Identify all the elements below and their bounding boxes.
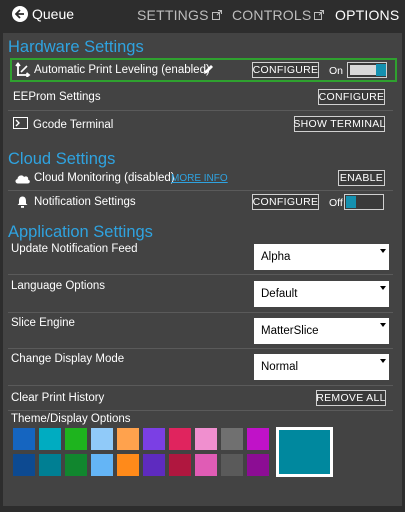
divider <box>8 190 393 191</box>
theme-swatch-grid <box>13 428 269 476</box>
theme-color-swatch[interactable] <box>13 428 35 450</box>
update-feed-value: Alpha <box>261 251 291 263</box>
theme-color-swatch[interactable] <box>91 428 113 450</box>
display-mode-label: Change Display Mode <box>11 353 125 365</box>
language-value: Default <box>261 288 298 300</box>
divider <box>8 410 393 411</box>
back-to-queue-button[interactable]: Queue <box>12 6 74 22</box>
theme-color-swatch[interactable] <box>117 428 139 450</box>
remove-all-button[interactable]: REMOVE ALL <box>316 390 386 406</box>
divider <box>8 274 393 275</box>
update-feed-select[interactable]: Alpha <box>254 244 389 270</box>
selected-theme-color <box>279 430 330 474</box>
update-feed-label: Update Notification Feed <box>11 243 138 255</box>
theme-color-swatch[interactable] <box>169 428 191 450</box>
notification-toggle-label: Off <box>329 197 343 209</box>
display-mode-value: Normal <box>261 361 299 373</box>
tab-controls-label: CONTROLS <box>232 7 312 23</box>
theme-color-swatch[interactable] <box>117 454 139 476</box>
dropdown-caret-icon <box>380 286 386 290</box>
dropdown-caret-icon <box>380 249 386 253</box>
cloud-monitoring-label: Cloud Monitoring (disabled) <box>34 172 175 184</box>
cloud-icon <box>15 175 30 184</box>
gcode-terminal-label: Gcode Terminal <box>33 119 114 131</box>
theme-color-swatch[interactable] <box>195 428 217 450</box>
toggle-knob <box>376 64 386 76</box>
slice-engine-label: Slice Engine <box>11 317 75 329</box>
slice-engine-select[interactable]: MatterSlice <box>254 318 389 344</box>
print-leveling-icon <box>15 62 31 77</box>
divider <box>8 348 393 349</box>
display-mode-select[interactable]: Normal <box>254 354 389 380</box>
auto-leveling-configure-button[interactable]: CONFIGURE <box>252 62 319 78</box>
back-arrow-icon <box>12 6 28 22</box>
top-nav-bar: Queue SETTINGS CONTROLS OPTIONS <box>0 0 405 30</box>
terminal-icon <box>13 117 28 129</box>
theme-color-swatch[interactable] <box>247 454 269 476</box>
divider <box>8 110 393 111</box>
divider <box>8 385 393 386</box>
tab-controls[interactable]: CONTROLS <box>232 7 325 23</box>
theme-color-swatch[interactable] <box>13 454 35 476</box>
tab-settings-label: SETTINGS <box>137 7 209 23</box>
theme-color-swatch[interactable] <box>143 428 165 450</box>
language-label: Language Options <box>11 280 105 292</box>
hardware-settings-title: Hardware Settings <box>8 38 144 56</box>
eeprom-settings-label: EEProm Settings <box>13 91 101 103</box>
theme-color-swatch[interactable] <box>221 454 243 476</box>
auto-leveling-label: Automatic Print Leveling (enabled) <box>34 64 210 76</box>
dropdown-caret-icon <box>380 359 386 363</box>
theme-color-swatch[interactable] <box>169 454 191 476</box>
notification-toggle[interactable] <box>344 194 384 210</box>
dropdown-caret-icon <box>380 323 386 327</box>
eeprom-configure-button[interactable]: CONFIGURE <box>318 89 385 105</box>
theme-options-label: Theme/Display Options <box>11 413 131 425</box>
auto-leveling-toggle[interactable] <box>347 62 387 78</box>
tab-settings[interactable]: SETTINGS <box>137 7 222 23</box>
more-info-link[interactable]: MORE INFO <box>171 173 228 184</box>
theme-color-swatch[interactable] <box>65 454 87 476</box>
clear-history-label: Clear Print History <box>11 392 105 404</box>
pop-out-icon[interactable] <box>314 10 325 20</box>
selected-theme-preview <box>276 427 333 477</box>
enable-cloud-button[interactable]: ENABLE <box>338 170 385 186</box>
theme-color-swatch[interactable] <box>221 428 243 450</box>
theme-color-swatch[interactable] <box>39 454 61 476</box>
bell-icon <box>17 196 28 208</box>
auto-leveling-toggle-label: On <box>329 65 344 77</box>
show-terminal-button[interactable]: SHOW TERMINAL <box>293 116 385 132</box>
pop-out-icon[interactable] <box>211 10 222 20</box>
theme-color-swatch[interactable] <box>91 454 113 476</box>
edit-pencil-icon[interactable] <box>203 64 214 75</box>
toggle-knob <box>346 196 356 208</box>
tab-options[interactable]: OPTIONS <box>335 7 399 23</box>
theme-color-swatch[interactable] <box>195 454 217 476</box>
theme-color-swatch[interactable] <box>143 454 165 476</box>
slice-engine-value: MatterSlice <box>261 325 319 337</box>
language-select[interactable]: Default <box>254 281 389 307</box>
options-panel: Hardware Settings Automatic Print Leveli… <box>3 33 402 506</box>
application-settings-title: Application Settings <box>8 223 153 241</box>
divider <box>8 312 393 313</box>
notification-configure-button[interactable]: CONFIGURE <box>252 194 319 210</box>
back-label: Queue <box>32 6 75 22</box>
theme-color-swatch[interactable] <box>39 428 61 450</box>
tab-options-label: OPTIONS <box>335 7 400 23</box>
notification-settings-label: Notification Settings <box>34 196 136 208</box>
cloud-settings-title: Cloud Settings <box>8 150 116 168</box>
theme-color-swatch[interactable] <box>247 428 269 450</box>
theme-color-swatch[interactable] <box>65 428 87 450</box>
